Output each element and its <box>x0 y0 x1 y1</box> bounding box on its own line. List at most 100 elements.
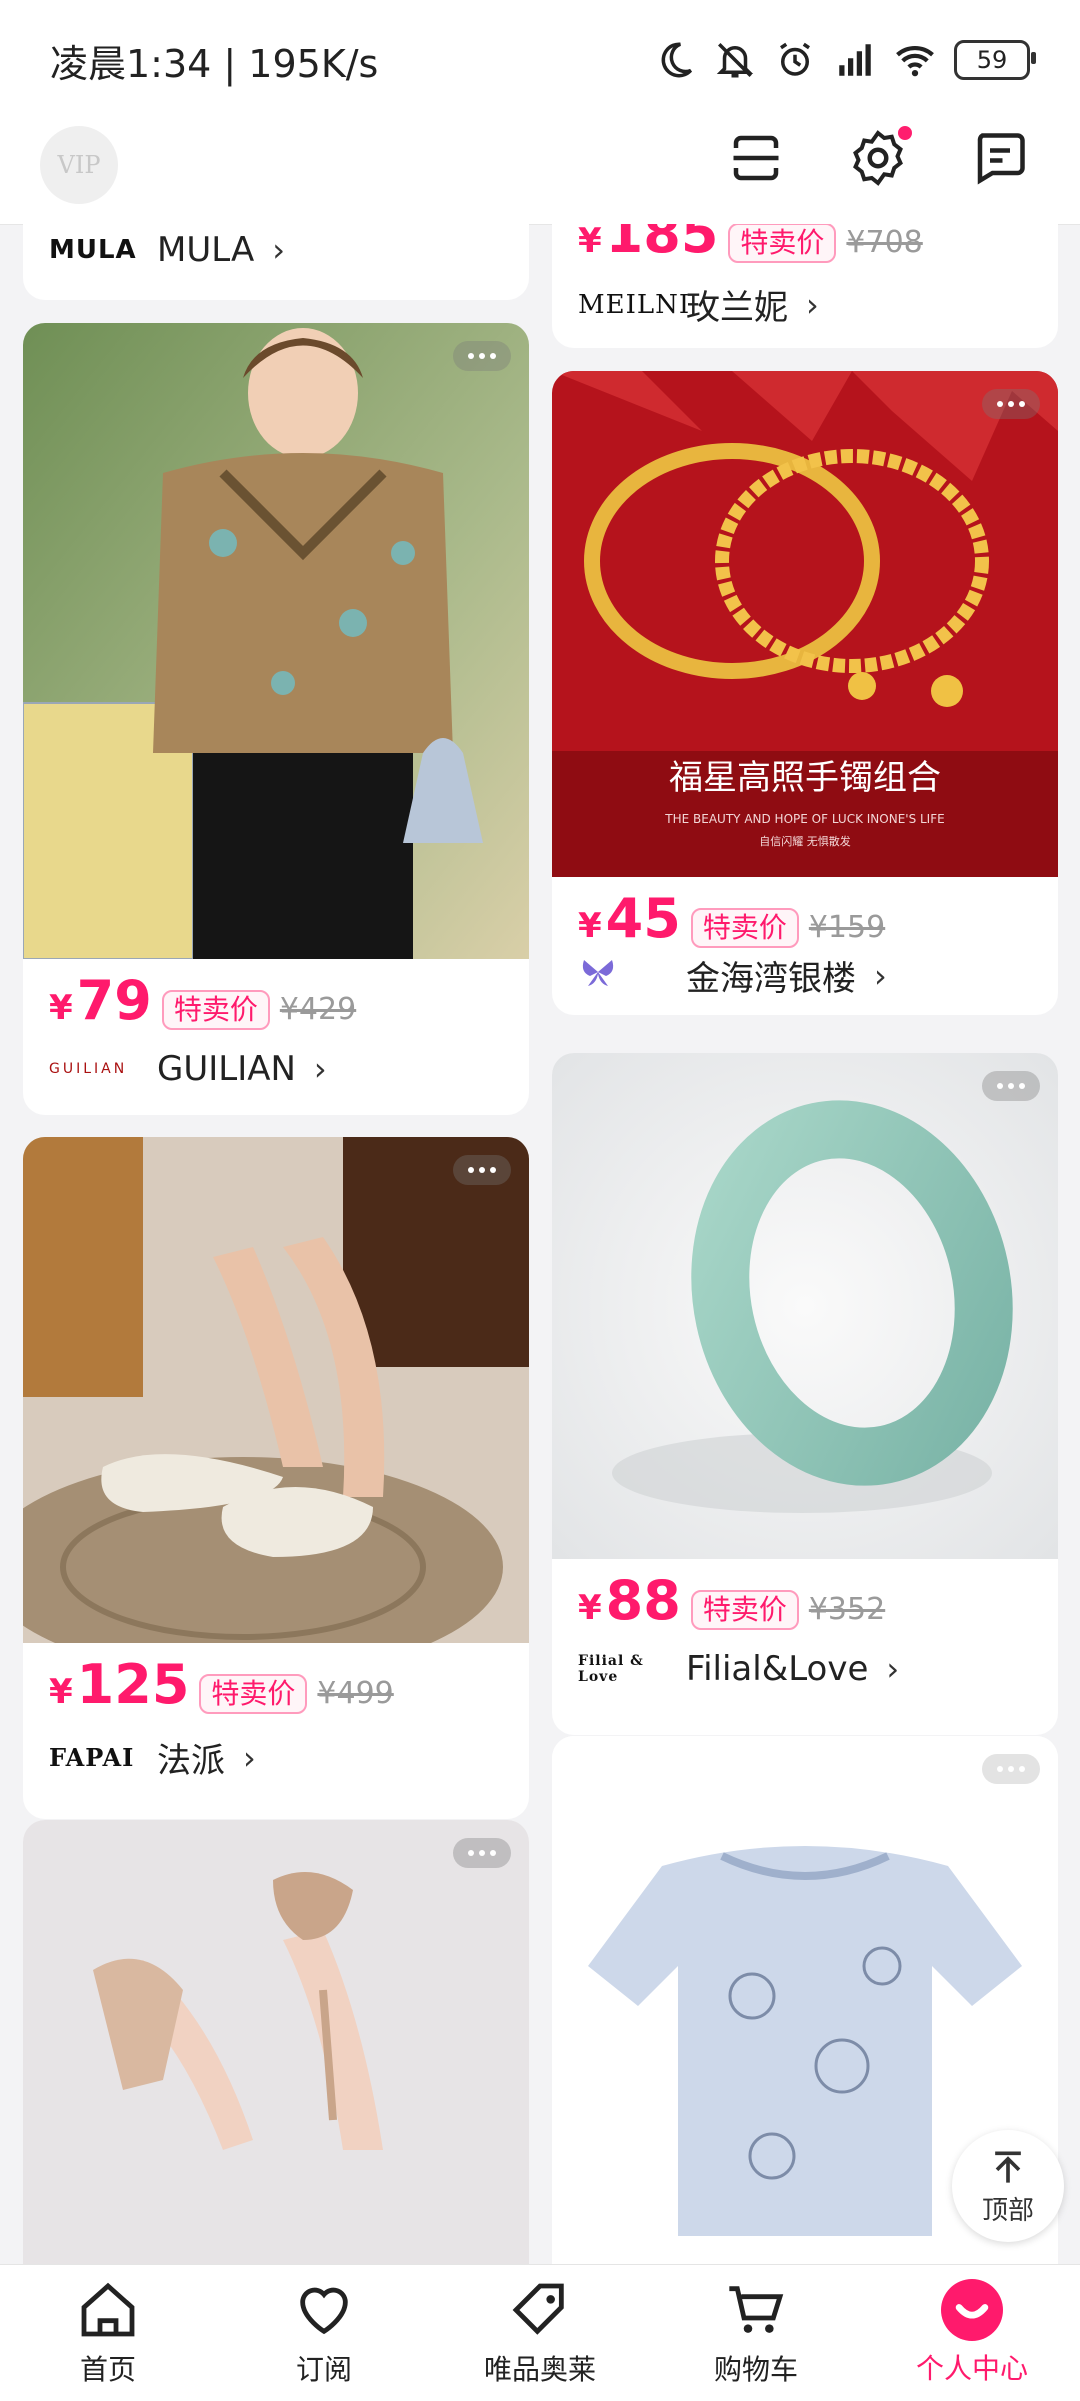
settings-icon[interactable] <box>848 126 912 188</box>
message-icon[interactable] <box>970 128 1030 188</box>
price-row: ¥ 79 特卖价 ¥429 <box>49 969 356 1032</box>
chevron-right-icon: › <box>806 285 819 324</box>
original-price: ¥708 <box>846 225 923 260</box>
sale-tag: 特卖价 <box>690 1590 799 1630</box>
product-image[interactable] <box>23 1137 529 1643</box>
price-row: ¥ 88 特卖价 ¥352 <box>578 1569 885 1632</box>
arrow-up-icon <box>995 2151 1021 2183</box>
heart-icon <box>300 2287 348 2335</box>
tab-subscribe[interactable]: 订阅 <box>216 2265 432 2401</box>
cart-icon <box>729 2286 784 2333</box>
product-image[interactable] <box>552 1053 1058 1559</box>
moon-icon <box>661 42 693 78</box>
sale-tag: 特卖价 <box>690 908 799 948</box>
alarm-icon <box>780 42 810 76</box>
product-card[interactable]: ¥ 125 特卖价 ¥499 FAPAI 法派 › <box>23 1137 529 1819</box>
status-time: 凌晨1:34 | 195K/s <box>50 41 379 86</box>
brand-name: Filial&Love <box>686 1649 869 1689</box>
sale-tag: 特卖价 <box>199 1674 308 1714</box>
currency-symbol: ¥ <box>578 1588 602 1628</box>
chevron-right-icon: › <box>874 956 887 995</box>
brand-name: MULA <box>157 230 255 270</box>
signal-icon <box>839 44 871 76</box>
wifi-icon <box>896 46 934 77</box>
more-options-button[interactable] <box>453 1155 511 1185</box>
battery-icon: 59 <box>954 40 1036 80</box>
brand-row[interactable]: FAPAI 法派 › <box>49 1733 256 1782</box>
product-image[interactable]: 福星高照手镯组合 THE BEAUTY AND HOPE OF LUCK INO… <box>552 371 1058 877</box>
product-image[interactable] <box>23 323 529 959</box>
chevron-right-icon: › <box>886 1650 900 1688</box>
brand-row[interactable]: Filial & Love Filial&Love › <box>578 1649 899 1689</box>
back-to-top-label: 顶部 <box>981 2195 1034 2226</box>
status-bar: 凌晨1:34 | 195K/s 59 <box>0 0 1080 120</box>
tag-icon <box>512 2283 564 2335</box>
price-row: ¥ 185 特卖价 ¥708 <box>578 224 923 265</box>
product-card[interactable]: ¥ 185 特卖价 ¥708 MEILNI 玫兰妮 › <box>552 224 1058 348</box>
product-feed: MULA MULA › ¥ 185 特卖价 ¥708 MEILNI 玫兰妮 › <box>0 224 1080 2264</box>
original-price: ¥352 <box>808 1592 886 1627</box>
original-price: ¥429 <box>279 992 357 1027</box>
tab-profile[interactable]: 个人中心 <box>864 2265 1080 2401</box>
brand-logo: MEILNI <box>578 289 691 320</box>
sale-tag: 特卖价 <box>161 990 270 1030</box>
more-options-button[interactable] <box>982 1754 1040 1784</box>
tab-label: 个人中心 <box>915 2352 1028 2385</box>
mute-bell-icon <box>716 43 754 78</box>
tab-outlet[interactable]: 唯品奥莱 <box>432 2265 648 2401</box>
sale-price: 88 <box>605 1569 681 1632</box>
sale-price: 79 <box>76 969 152 1032</box>
sale-price: 45 <box>605 887 681 950</box>
tab-label: 购物车 <box>713 2353 798 2386</box>
sale-price: 185 <box>605 224 719 265</box>
scan-icon[interactable] <box>726 128 786 188</box>
sale-price: 125 <box>76 1653 190 1716</box>
product-card[interactable] <box>23 1820 529 2264</box>
tab-cart[interactable]: 购物车 <box>648 2265 864 2401</box>
battery-level: 59 <box>976 46 1008 74</box>
brand-row[interactable]: MEILNI 玫兰妮 › <box>578 280 819 329</box>
tab-label: 订阅 <box>295 2353 352 2386</box>
currency-symbol: ¥ <box>578 906 602 946</box>
currency-symbol: ¥ <box>49 988 73 1028</box>
chevron-right-icon: › <box>313 1050 327 1088</box>
banner-subtitle-2: 自信闪耀 无惧散发 <box>759 834 851 848</box>
product-card[interactable]: 福星高照手镯组合 THE BEAUTY AND HOPE OF LUCK INO… <box>552 371 1058 1015</box>
top-bar: VIP <box>0 120 1080 225</box>
banner-title: 福星高照手镯组合 <box>669 758 941 798</box>
product-card[interactable]: ¥ 79 特卖价 ¥429 GUILIAN GUILIAN › <box>23 323 529 1115</box>
home-icon <box>81 2282 135 2337</box>
profile-icon <box>941 2279 1003 2341</box>
currency-symbol: ¥ <box>49 1672 73 1712</box>
more-options-button[interactable] <box>453 1838 511 1868</box>
sale-tag: 特卖价 <box>728 224 837 263</box>
more-options-button[interactable] <box>982 1071 1040 1101</box>
chevron-right-icon: › <box>243 1738 256 1777</box>
more-options-button[interactable] <box>453 341 511 371</box>
back-to-top-button[interactable]: 顶部 <box>952 2130 1064 2242</box>
currency-symbol: ¥ <box>578 224 602 261</box>
chevron-right-icon: › <box>272 231 285 269</box>
original-price: ¥159 <box>808 910 886 945</box>
tab-home[interactable]: 首页 <box>0 2265 216 2401</box>
brand-name: 法派 <box>157 1741 225 1781</box>
status-icons: 59 <box>654 39 1036 81</box>
brand-row[interactable]: GUILIAN GUILIAN › <box>49 1049 327 1089</box>
price-row: ¥ 45 特卖价 ¥159 <box>578 887 885 950</box>
brand-logo: Filial & Love <box>578 1653 644 1685</box>
banner-subtitle: THE BEAUTY AND HOPE OF LUCK INONE'S LIFE <box>664 812 944 826</box>
product-image[interactable] <box>23 1820 529 2264</box>
bottom-tab-bar: 首页 订阅 唯品奥莱 购物车 个人中心 <box>0 2264 1080 2401</box>
brand-row[interactable]: MULA MULA › <box>49 230 285 270</box>
tab-label: 首页 <box>79 2353 136 2386</box>
tab-label: 唯品奥莱 <box>483 2353 596 2386</box>
brand-row[interactable]: 金海湾银楼 › <box>578 951 887 1000</box>
vip-avatar[interactable]: VIP <box>40 126 118 204</box>
product-card[interactable]: MULA MULA › <box>23 224 529 300</box>
brand-name: GUILIAN <box>157 1049 296 1089</box>
notification-dot <box>898 126 912 140</box>
more-options-button[interactable] <box>982 389 1040 419</box>
original-price: ¥499 <box>317 1676 394 1711</box>
brand-logo: FAPAI <box>49 1743 135 1772</box>
product-card[interactable]: ¥ 88 特卖价 ¥352 Filial & Love Filial&Love … <box>552 1053 1058 1735</box>
